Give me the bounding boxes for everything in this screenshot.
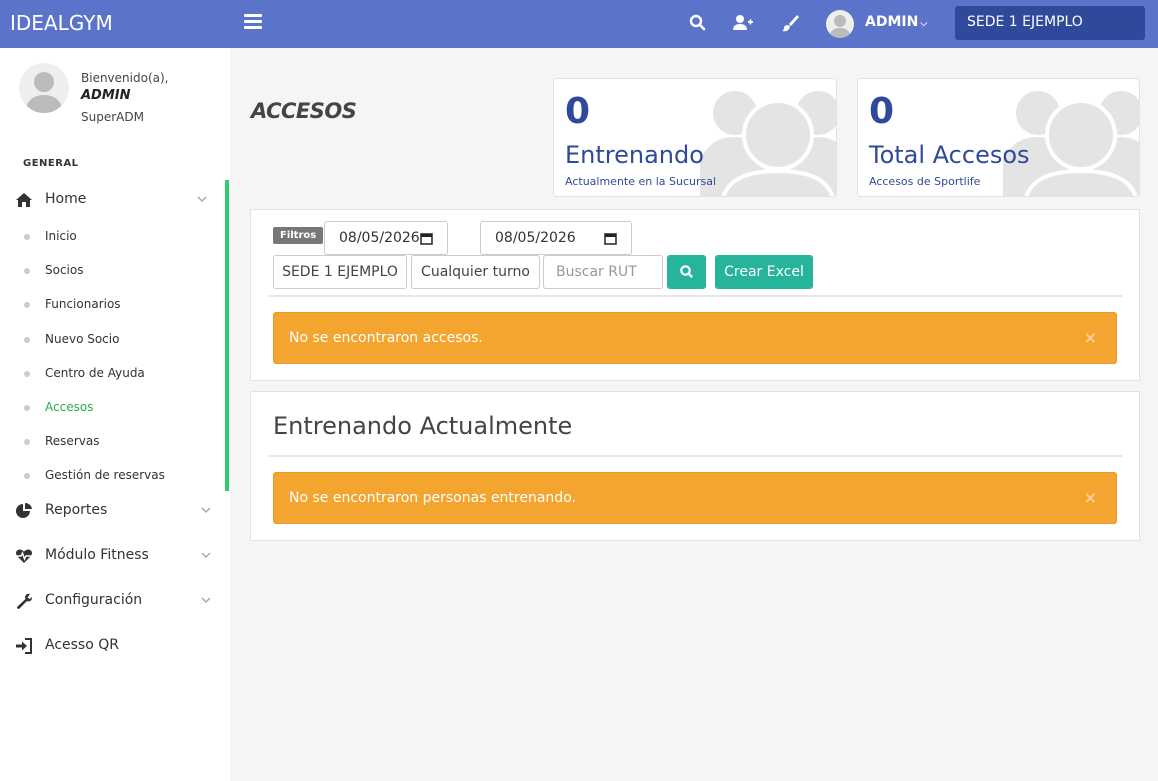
- chevron-down-icon: [201, 507, 211, 514]
- sidebar-item-configuracion[interactable]: Configuración: [0, 586, 225, 616]
- sidebar-item-label: Nuevo Socio: [45, 332, 120, 346]
- date-from-input[interactable]: 08/05/2026: [324, 221, 448, 255]
- user-avatar[interactable]: [826, 10, 854, 38]
- admin-name: ADMIN: [81, 88, 131, 103]
- top-navbar: IDEALGYM ADMIN ⌵ SEDE 1 EJEMPLO: [0, 0, 1158, 48]
- date-to-input[interactable]: 08/05/2026: [480, 221, 632, 255]
- home-icon: [16, 193, 32, 207]
- sidebar-item-label: Accesos: [45, 400, 94, 414]
- heartbeat-icon: [16, 549, 32, 563]
- sidebar-item-label: Socios: [45, 263, 84, 277]
- rut-search-input[interactable]: Buscar RUT: [543, 255, 663, 289]
- section-title: Entrenando Actualmente: [273, 412, 573, 440]
- alert-message: No se encontraron personas entrenando.: [289, 490, 576, 506]
- stat-sublabel: Actualmente en la Sucursal: [565, 175, 717, 188]
- stat-label: Entrenando: [565, 141, 704, 169]
- section-label-general: GENERAL: [23, 158, 79, 169]
- sede-selector[interactable]: SEDE 1 EJEMPLO: [955, 6, 1145, 40]
- sidebar-item-label: Centro de Ayuda: [45, 366, 145, 380]
- stat-number: 0: [869, 91, 895, 132]
- alert-no-entrenando: No se encontraron personas entrenando. ×: [273, 472, 1117, 524]
- sidebar-item-label: Reportes: [45, 502, 108, 518]
- sidebar-item-fitness[interactable]: Módulo Fitness: [0, 541, 225, 571]
- search-icon: [680, 265, 693, 278]
- profile-avatar: [19, 63, 69, 113]
- turno-select[interactable]: Cualquier turno: [411, 255, 540, 289]
- close-icon[interactable]: ×: [1084, 328, 1097, 347]
- sidebar-item-gestion-reservas[interactable]: Gestión de reservas: [0, 463, 225, 487]
- sidebar: Bienvenido(a), ADMIN SuperADM GENERAL Ho…: [0, 48, 230, 781]
- search-icon[interactable]: [688, 13, 708, 33]
- calendar-icon[interactable]: [420, 232, 433, 245]
- stat-sublabel: Accesos de Sportlife: [869, 175, 981, 188]
- sidebar-item-label: Inicio: [45, 229, 77, 243]
- bullet-icon: [24, 473, 30, 479]
- user-role: SuperADM: [81, 110, 144, 124]
- sidebar-item-label: Home: [45, 191, 87, 207]
- brand-logo[interactable]: IDEALGYM: [10, 11, 113, 35]
- active-section-indicator: [225, 180, 229, 491]
- sign-in-icon: [16, 638, 32, 654]
- sidebar-item-label: Configuración: [45, 592, 143, 608]
- sidebar-item-nuevo-socio[interactable]: Nuevo Socio: [0, 327, 225, 351]
- stat-label: Total Accesos: [869, 141, 1030, 169]
- filters-badge: Filtros: [273, 227, 324, 244]
- bullet-icon: [24, 405, 30, 411]
- stat-card-total-accesos: 0 Total Accesos Accesos de Sportlife: [857, 78, 1140, 197]
- sidebar-item-acceso-qr[interactable]: Acesso QR: [0, 631, 225, 661]
- sidebar-item-socios[interactable]: Socios: [0, 258, 225, 282]
- chevron-down-icon: [197, 196, 207, 203]
- sidebar-item-centro-ayuda[interactable]: Centro de Ayuda: [0, 361, 225, 385]
- bullet-icon: [24, 302, 30, 308]
- sidebar-item-reportes[interactable]: Reportes: [0, 496, 225, 526]
- sidebar-item-reservas[interactable]: Reservas: [0, 429, 225, 453]
- alert-no-accesos: No se encontraron accesos. ×: [273, 312, 1117, 364]
- divider: [269, 455, 1122, 457]
- search-button[interactable]: [667, 255, 706, 289]
- calendar-icon[interactable]: [604, 232, 617, 245]
- sidebar-item-accesos[interactable]: Accesos: [0, 395, 225, 419]
- stat-number: 0: [565, 91, 591, 132]
- sidebar-item-label: Gestión de reservas: [45, 468, 165, 482]
- sidebar-item-inicio[interactable]: Inicio: [0, 224, 225, 248]
- bullet-icon: [24, 234, 30, 240]
- menu-icon[interactable]: [244, 14, 262, 30]
- sidebar-item-label: Reservas: [45, 434, 100, 448]
- bullet-icon: [24, 439, 30, 445]
- chevron-down-icon: ⌵: [920, 19, 928, 29]
- sidebar-item-home[interactable]: Home: [0, 185, 225, 215]
- welcome-text: Bienvenido(a),: [81, 71, 169, 85]
- chevron-down-icon: [201, 597, 211, 604]
- users-icon: [700, 91, 836, 196]
- divider: [269, 295, 1122, 297]
- date-to-value: 08/05/2026: [495, 230, 576, 246]
- sidebar-item-funcionarios[interactable]: Funcionarios: [0, 292, 225, 316]
- date-from-value: 08/05/2026: [339, 230, 420, 246]
- add-user-icon[interactable]: [732, 13, 754, 33]
- user-name: ADMIN: [865, 14, 919, 30]
- sidebar-item-label: Acesso QR: [45, 637, 119, 653]
- pie-chart-icon: [16, 502, 32, 518]
- bullet-icon: [24, 268, 30, 274]
- paint-brush-icon[interactable]: [780, 13, 800, 33]
- user-menu[interactable]: ADMIN ⌵: [865, 14, 927, 30]
- chevron-down-icon: [201, 552, 211, 559]
- wrench-icon: [17, 593, 32, 609]
- stat-card-entrenando: 0 Entrenando Actualmente en la Sucursal: [553, 78, 837, 197]
- page-title: ACCESOS: [251, 99, 357, 123]
- close-icon[interactable]: ×: [1084, 488, 1097, 507]
- sidebar-item-label: Funcionarios: [45, 297, 121, 311]
- sede-select[interactable]: SEDE 1 EJEMPLO: [273, 255, 407, 289]
- bullet-icon: [24, 371, 30, 377]
- sidebar-item-label: Módulo Fitness: [45, 547, 149, 563]
- create-excel-button[interactable]: Crear Excel: [715, 255, 813, 289]
- bullet-icon: [24, 337, 30, 343]
- alert-message: No se encontraron accesos.: [289, 330, 483, 346]
